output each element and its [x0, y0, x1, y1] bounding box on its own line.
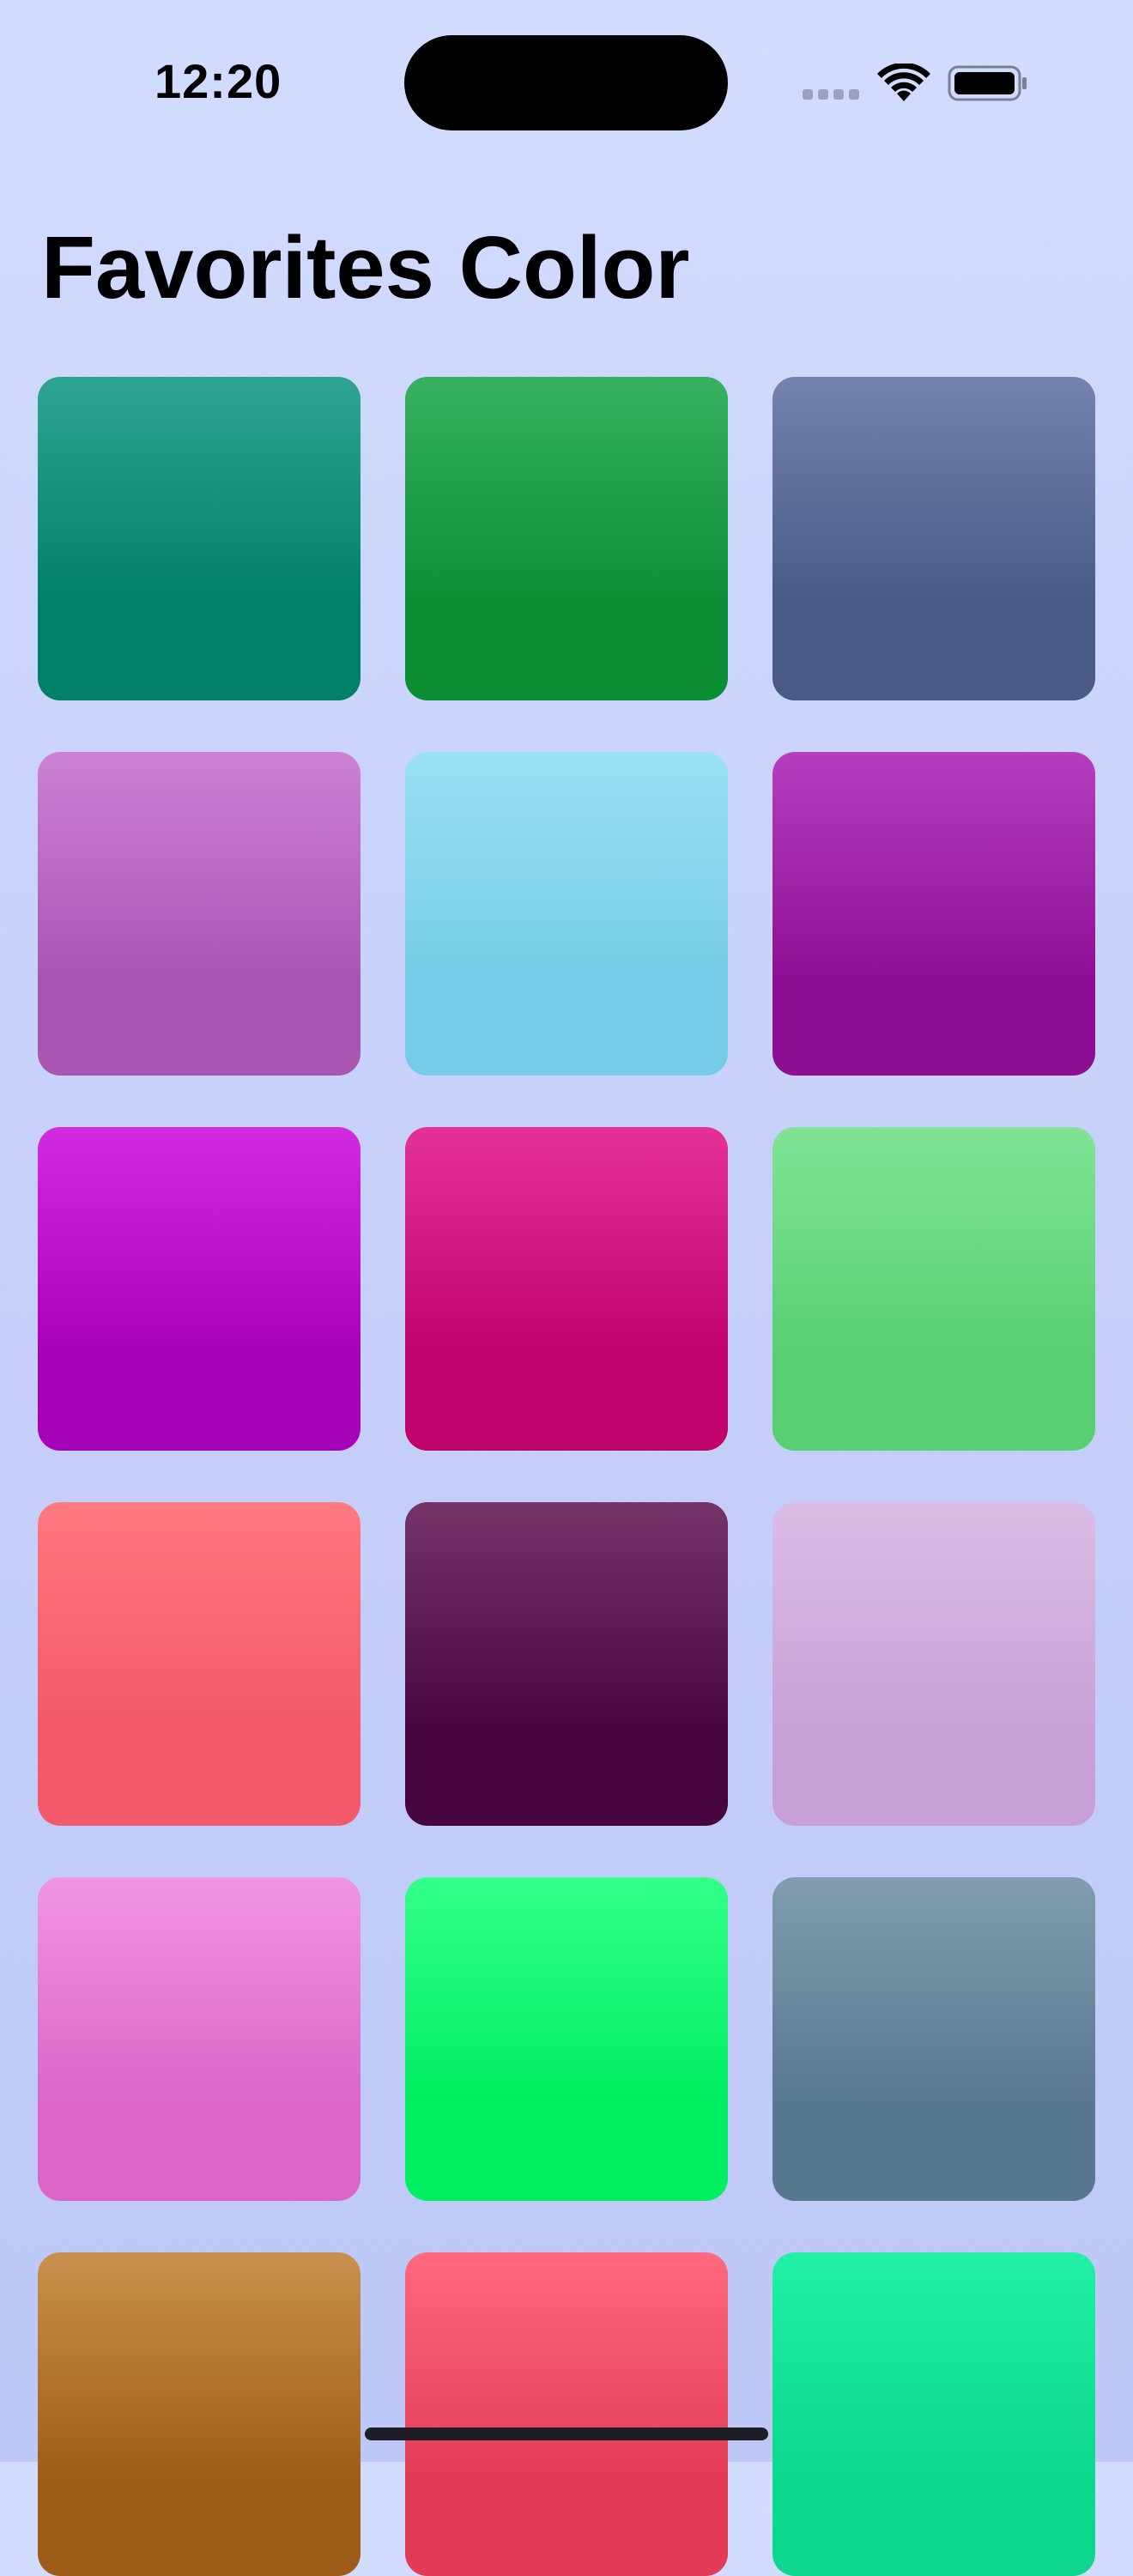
color-tile[interactable] — [38, 1877, 360, 2201]
color-tile[interactable] — [405, 2252, 728, 2576]
color-tile[interactable] — [405, 752, 728, 1076]
color-tile[interactable] — [38, 752, 360, 1076]
color-tile[interactable] — [405, 1877, 728, 2201]
color-tile[interactable] — [772, 2252, 1095, 2576]
color-tile[interactable] — [38, 1502, 360, 1826]
dynamic-island — [404, 35, 728, 130]
color-tile[interactable] — [38, 1127, 360, 1451]
color-tile[interactable] — [38, 377, 360, 700]
color-tile[interactable] — [772, 1127, 1095, 1451]
page-title: Favorites Color — [41, 218, 690, 317]
wifi-icon — [877, 64, 930, 101]
battery-icon — [948, 65, 1027, 101]
status-time: 12:20 — [154, 54, 282, 108]
color-tile[interactable] — [772, 752, 1095, 1076]
color-tile[interactable] — [772, 377, 1095, 700]
color-tile[interactable] — [38, 2252, 360, 2576]
cellular-signal-icon — [803, 89, 861, 101]
color-tile[interactable] — [772, 1502, 1095, 1826]
color-grid — [38, 377, 1095, 2576]
home-indicator[interactable] — [365, 2428, 768, 2440]
color-tile[interactable] — [405, 1127, 728, 1451]
color-tile[interactable] — [405, 1502, 728, 1826]
color-tile[interactable] — [405, 377, 728, 700]
color-tile[interactable] — [772, 1877, 1095, 2201]
